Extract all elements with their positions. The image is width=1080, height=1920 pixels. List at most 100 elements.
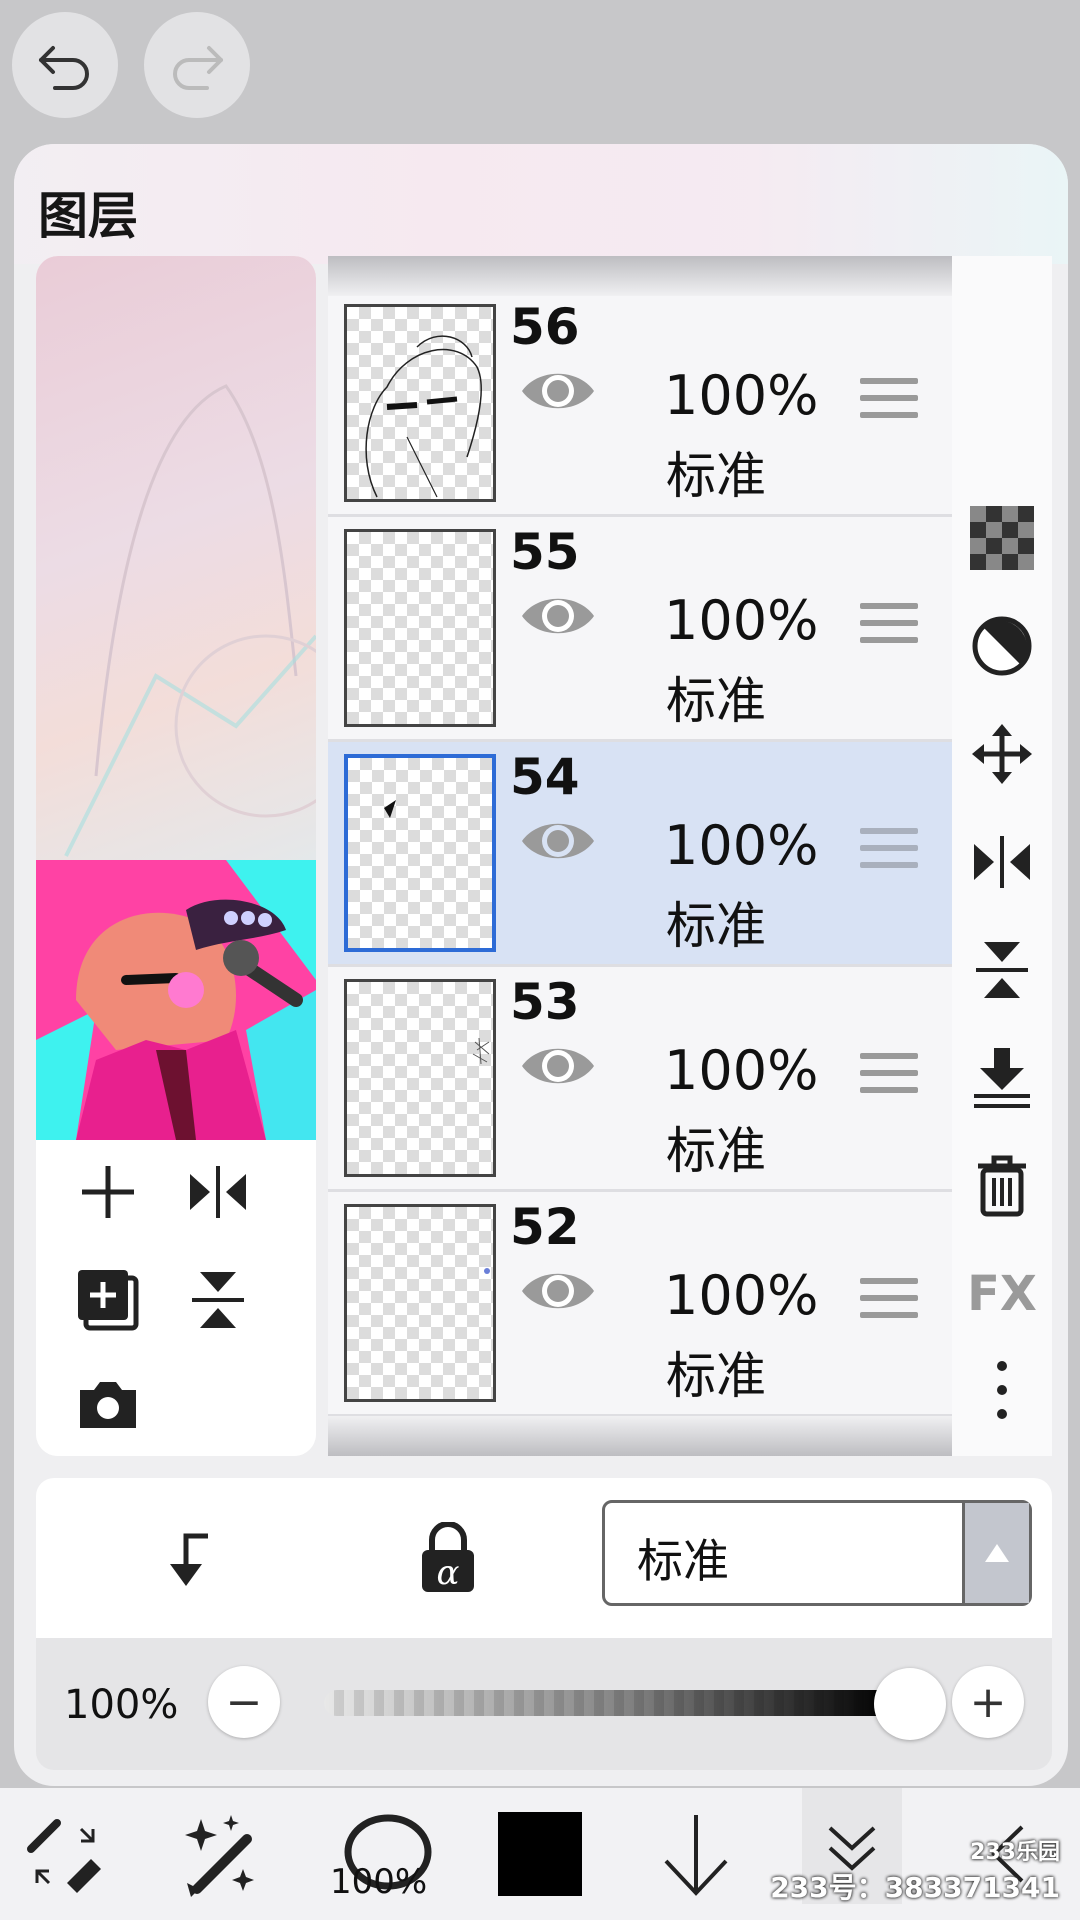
layer-number: 52: [510, 1198, 580, 1256]
camera-icon: [80, 1382, 136, 1428]
panel-background: [14, 144, 1068, 264]
layer-panel: 图层 56 100% 标准 55 100% 标准 54 100% 标准 53 1…: [14, 144, 1068, 1786]
layer-blend-mode: 标准: [666, 447, 766, 505]
transparency-button[interactable]: [968, 504, 1036, 572]
layer-number: 54: [510, 748, 580, 806]
drag-handle-icon[interactable]: [860, 1053, 918, 1097]
layer-thumbnail: [344, 754, 496, 952]
preview-artwork: [36, 860, 316, 1140]
eye-icon[interactable]: [518, 1039, 598, 1093]
color-button[interactable]: [490, 1804, 590, 1904]
blend-mode-value: 标准: [637, 1534, 729, 1588]
svg-text:α: α: [437, 1553, 460, 1593]
layer-tools: [36, 1140, 316, 1456]
layer-controls: α 标准: [36, 1478, 1052, 1638]
eye-icon[interactable]: [518, 364, 598, 418]
drag-handle-icon[interactable]: [860, 1278, 918, 1322]
triangle-up-icon: [985, 1544, 1009, 1562]
preview-faint-layer: [36, 256, 316, 860]
brush-size-label: 100%: [330, 1862, 428, 1902]
opacity-minus-button[interactable]: −: [208, 1666, 280, 1738]
duplicate-layer-button[interactable]: [68, 1260, 148, 1340]
merge-down-button[interactable]: [968, 1044, 1036, 1112]
layer-opacity: 100%: [664, 589, 819, 652]
layer-number: 56: [510, 298, 580, 356]
watermark: 233乐园 233号：383371341: [770, 1834, 1060, 1906]
undo-button[interactable]: [12, 12, 118, 118]
delete-layer-button[interactable]: [968, 1152, 1036, 1220]
panel-title: 图层: [38, 187, 138, 245]
fx-label: FX: [967, 1266, 1037, 1322]
clip-to-below-button[interactable]: [144, 1518, 224, 1598]
flip-vertical-icon: [976, 942, 1028, 998]
flip-horizontal-icon: [190, 1166, 246, 1218]
camera-button[interactable]: [68, 1364, 148, 1444]
minus-icon: −: [225, 1676, 263, 1728]
drag-handle-icon[interactable]: [860, 378, 918, 422]
opacity-control: 100% − +: [36, 1638, 1052, 1770]
alpha-lock-icon: α: [422, 1522, 474, 1593]
move-arrows-icon: [972, 724, 1032, 784]
trash-icon: [978, 1155, 1026, 1217]
flip-vertical-button[interactable]: [178, 1260, 258, 1340]
layer-row[interactable]: 55 100% 标准: [328, 517, 952, 742]
layer-blend-mode: 标准: [666, 1122, 766, 1180]
list-fade-bottom: [328, 1416, 952, 1456]
eye-icon[interactable]: [518, 1264, 598, 1318]
layer-row[interactable]: 52 100% 标准: [328, 1192, 952, 1417]
drag-handle-icon[interactable]: [860, 603, 918, 647]
drag-handle-icon[interactable]: [860, 828, 918, 872]
brush-size-button[interactable]: 100%: [328, 1804, 448, 1904]
layer-down-button[interactable]: [646, 1804, 746, 1904]
flip-vertical-icon: [192, 1272, 244, 1328]
eye-icon[interactable]: [518, 814, 598, 868]
flip-horizontal-button[interactable]: [178, 1152, 258, 1232]
layer-thumbnail: [344, 979, 496, 1177]
magic-brush-button[interactable]: [172, 1804, 272, 1904]
layer-row[interactable]: 56 100% 标准: [328, 292, 952, 517]
layer-number: 53: [510, 973, 580, 1031]
opacity-label: 100%: [64, 1682, 179, 1728]
move-button[interactable]: [968, 720, 1036, 788]
more-vertical-icon: [997, 1361, 1007, 1419]
more-options-button[interactable]: [968, 1356, 1036, 1424]
layer-blend-mode: 标准: [666, 1347, 766, 1405]
layer-opacity: 100%: [664, 1039, 819, 1102]
watermark-brand: 233乐园: [970, 1840, 1060, 1865]
blend-mode-dropdown-arrow[interactable]: [962, 1503, 1029, 1603]
magic-pen-icon: [185, 1815, 254, 1897]
color-swatch: [498, 1812, 582, 1896]
undo-icon: [39, 46, 89, 90]
layer-row-selected[interactable]: 54 100% 标准: [328, 742, 952, 967]
opacity-slider-thumb[interactable]: [874, 1668, 946, 1740]
redo-button[interactable]: [144, 12, 250, 118]
arrow-down-icon: [664, 1815, 728, 1896]
plus-icon: [82, 1166, 134, 1218]
opacity-plus-button[interactable]: +: [952, 1666, 1024, 1738]
layer-list[interactable]: 标准 56 100% 标准 55: [328, 256, 952, 1456]
flip-vertical-right-button[interactable]: [968, 936, 1036, 1004]
brush-eraser-icon: [27, 1819, 101, 1893]
bottom-toolbar: 100% 233乐园 233号：383371341: [0, 1788, 1080, 1920]
layer-row[interactable]: 53 100% 标准: [328, 967, 952, 1192]
blend-mode-select[interactable]: 标准: [602, 1500, 1032, 1606]
add-layer-button[interactable]: [68, 1152, 148, 1232]
layer-opacity: 100%: [664, 1264, 819, 1327]
flip-horizontal-right-button[interactable]: [968, 828, 1036, 896]
brush-eraser-switch-button[interactable]: [16, 1804, 116, 1904]
alpha-lock-button[interactable]: α: [408, 1518, 488, 1598]
opacity-slider-track[interactable]: [324, 1690, 890, 1716]
clip-arrow-icon: [170, 1533, 208, 1586]
half-circle-icon: [972, 616, 1032, 676]
fx-button[interactable]: FX: [967, 1260, 1037, 1328]
layer-number: 55: [510, 523, 580, 581]
canvas-preview: [36, 256, 316, 1456]
layer-thumbnail: [344, 1204, 496, 1402]
list-fade-top: [328, 256, 952, 296]
layer-blend-mode: 标准: [666, 897, 766, 955]
clipping-button[interactable]: [968, 612, 1036, 680]
eye-icon[interactable]: [518, 589, 598, 643]
layer-thumbnail: [344, 304, 496, 502]
layer-thumbnail: [344, 529, 496, 727]
merge-down-icon: [974, 1048, 1030, 1108]
